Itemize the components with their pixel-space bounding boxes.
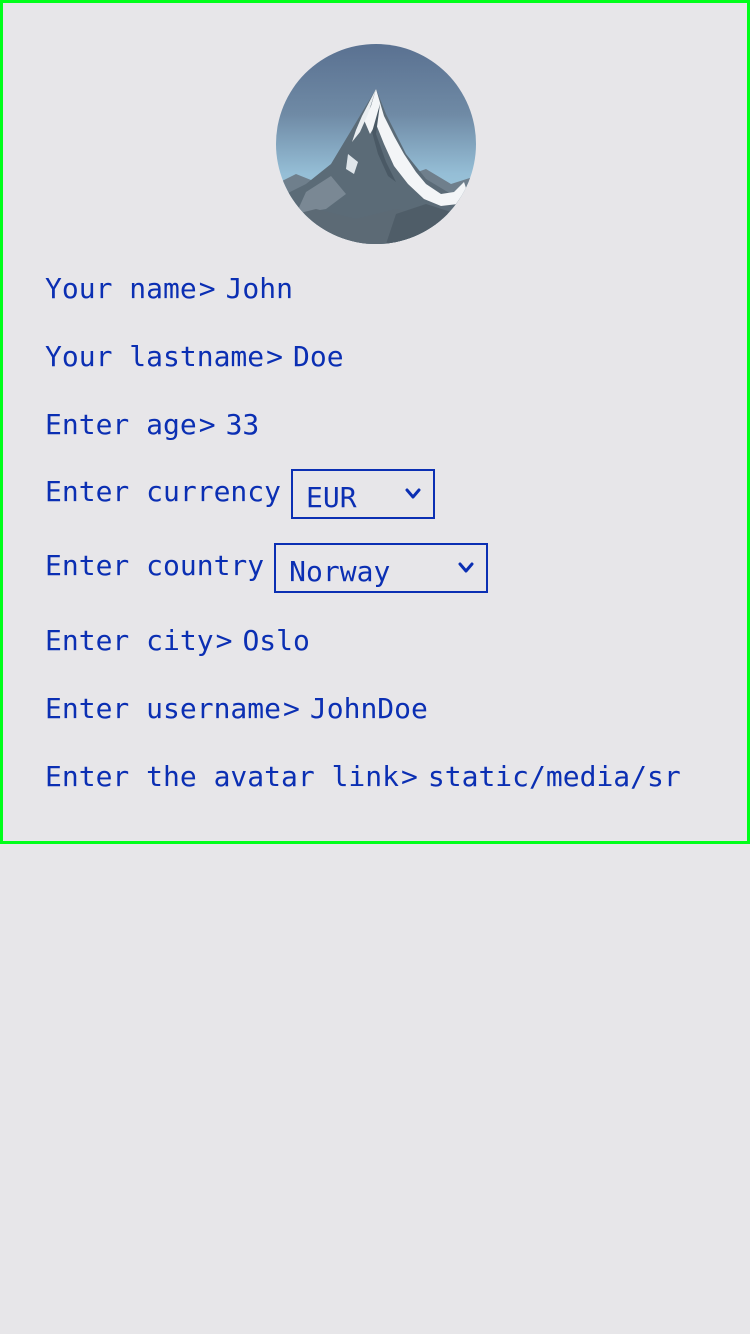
- username-label: Enter username: [45, 691, 282, 725]
- prompt-icon: >: [401, 759, 418, 793]
- avatar-link-input[interactable]: static/media/sr: [428, 760, 694, 793]
- currency-label: Enter currency: [45, 474, 282, 508]
- avatar: [276, 44, 476, 244]
- prompt-icon: >: [283, 691, 300, 725]
- city-row: Enter city > Oslo: [45, 620, 310, 660]
- username-input[interactable]: JohnDoe: [310, 692, 428, 725]
- country-label: Enter country: [45, 548, 265, 582]
- country-row: Enter country Norway: [45, 543, 489, 593]
- country-select[interactable]: Norway: [274, 543, 489, 593]
- age-row: Enter age >33: [45, 404, 259, 444]
- age-label: Enter age: [45, 407, 197, 441]
- currency-selected-value: EUR: [306, 480, 357, 514]
- country-selected-value: Norway: [289, 554, 391, 588]
- age-input[interactable]: 33: [226, 408, 260, 441]
- prompt-icon: >: [215, 623, 233, 657]
- name-label: Your name: [45, 271, 197, 305]
- lastname-label: Your lastname: [45, 339, 265, 373]
- currency-row: Enter currency EUR: [45, 469, 436, 519]
- name-row: Your name > John: [45, 268, 293, 308]
- prompt-icon: >: [198, 407, 216, 441]
- chevron-down-icon: [458, 562, 474, 574]
- prompt-icon: >: [198, 271, 216, 305]
- avatar-link-label: Enter the avatar link: [45, 759, 400, 793]
- mountain-icon: [276, 44, 476, 244]
- avatar-link-row: Enter the avatar link > static/media/sr: [45, 756, 694, 796]
- currency-select[interactable]: EUR: [291, 469, 436, 519]
- lastname-row: Your lastname > Doe: [45, 336, 344, 376]
- city-input[interactable]: Oslo: [242, 624, 309, 657]
- lastname-input[interactable]: Doe: [293, 340, 344, 373]
- prompt-icon: >: [266, 339, 284, 373]
- chevron-down-icon: [405, 488, 421, 500]
- username-row: Enter username > JohnDoe: [45, 688, 428, 728]
- city-label: Enter city: [45, 623, 214, 657]
- profile-form: Your name > John Your lastname > Doe Enter a…: [0, 0, 750, 844]
- name-input[interactable]: John: [226, 272, 293, 305]
